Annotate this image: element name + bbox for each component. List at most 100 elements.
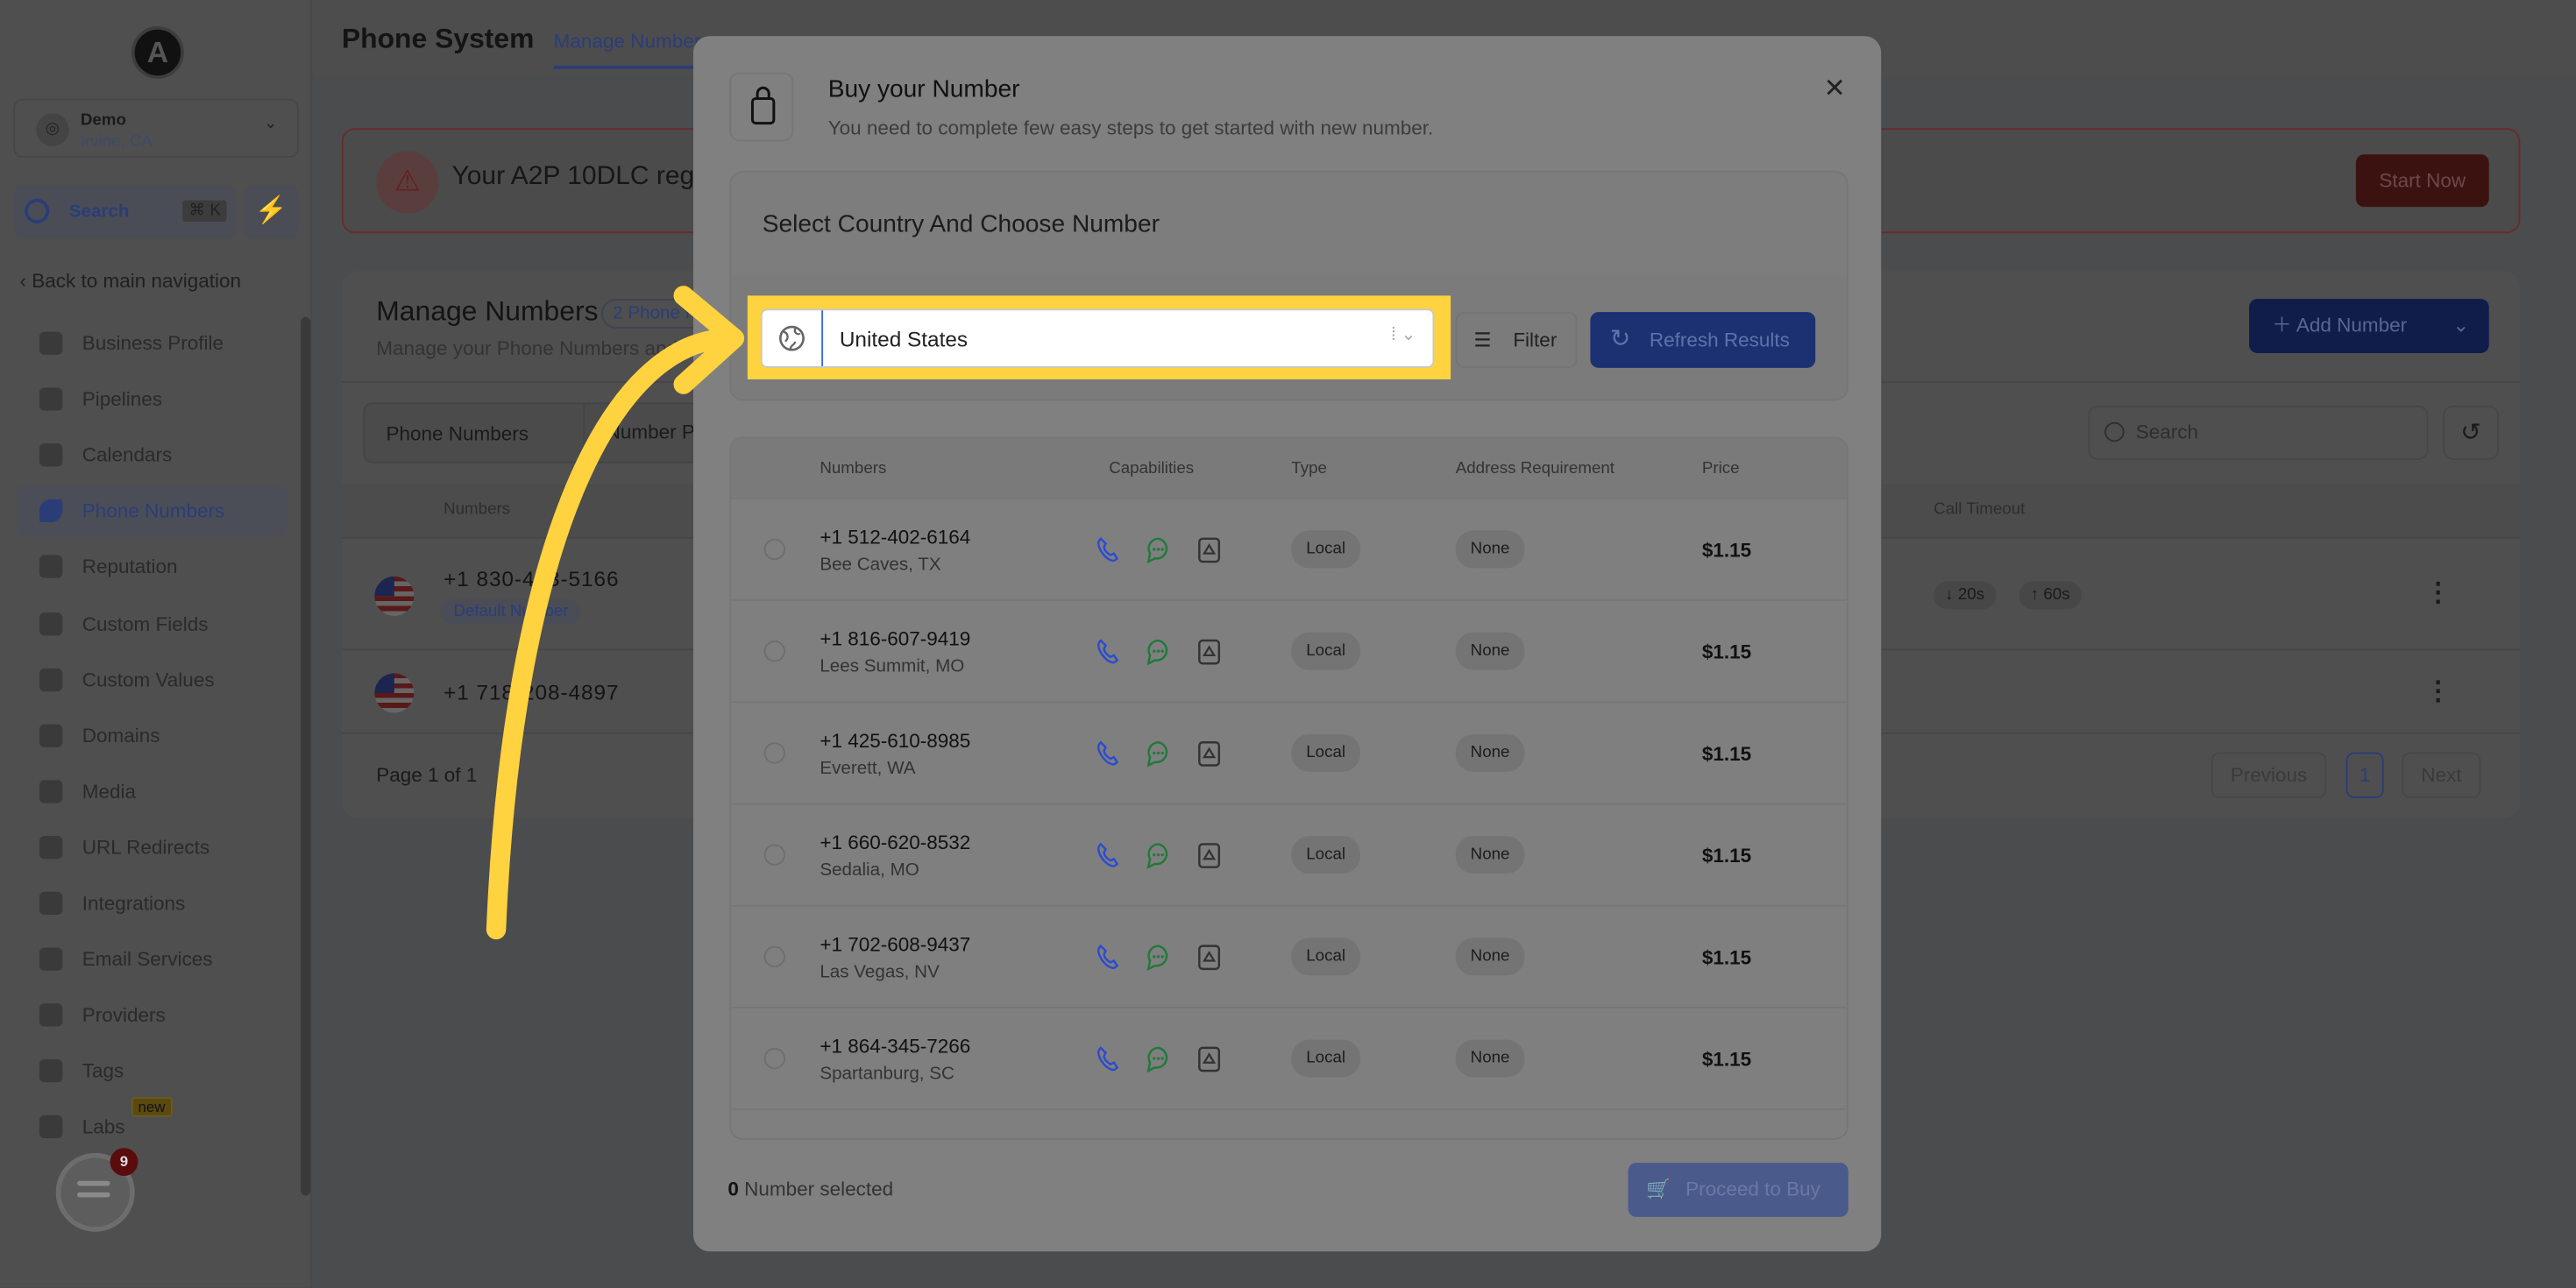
proceed-label: Proceed to Buy: [1685, 1177, 1820, 1201]
page-1-button[interactable]: 1: [2345, 752, 2384, 798]
sidebar: A ◎ Demo Irvine, CA ⌄ Search ⌘ K ⚡ ‹ Bac…: [0, 0, 313, 1288]
more-options-icon[interactable]: ⋮: [2425, 577, 2452, 609]
sidebar-item-label: Phone Numbers: [82, 499, 225, 523]
filter-icon: ☰: [1473, 328, 1492, 352]
mms-icon: [1197, 945, 1221, 971]
tab-manage-numbers[interactable]: Manage Numbers: [553, 30, 711, 69]
address-requirement-badge: None: [1455, 836, 1525, 874]
start-now-button[interactable]: Start Now: [2355, 154, 2489, 208]
star-icon: [39, 556, 63, 579]
mms-icon: [1197, 843, 1221, 869]
sidebar-search[interactable]: Search ⌘ K: [12, 185, 237, 238]
table-header: Numbers Capabilities Type Address Requir…: [731, 438, 1847, 499]
sms-icon: [1146, 537, 1169, 564]
shopping-bag-icon: [729, 72, 794, 142]
table-row[interactable]: +1 512-402-6164 Bee Caves, TX Local None $1.…: [731, 499, 1847, 602]
shortcut-hint: ⌘ K: [182, 200, 228, 223]
globe-icon: [763, 310, 824, 366]
select-radio[interactable]: [763, 945, 785, 968]
account-switcher[interactable]: ◎ Demo Irvine, CA ⌄: [12, 98, 300, 158]
more-options-icon[interactable]: ⋮: [2425, 675, 2452, 707]
column-address-requirement: Address Requirement: [1455, 459, 1615, 478]
proceed-to-buy-button[interactable]: 🛒 Proceed to Buy: [1628, 1163, 1849, 1217]
number-location: Everett, WA: [820, 758, 916, 779]
search-icon: [25, 198, 50, 223]
sidebar-item-custom-fields[interactable]: Custom Fields: [17, 597, 287, 649]
select-radio[interactable]: [763, 640, 785, 662]
funnel-icon: [39, 387, 63, 411]
address-requirement-badge: None: [1455, 1039, 1525, 1078]
phone-number: +1 512-402-6164: [820, 525, 971, 549]
table-row[interactable]: +1 864-345-7266 Spartanburg, SC Local None $…: [731, 1008, 1847, 1111]
table-row[interactable]: +1 702-608-9437 Las Vegas, NV Local None $1.…: [731, 907, 1847, 1008]
price: $1.15: [1701, 640, 1752, 664]
select-radio[interactable]: [763, 844, 785, 866]
next-page-button[interactable]: Next: [2402, 752, 2481, 798]
sidebar-item-tags[interactable]: Tags: [17, 1045, 287, 1098]
type-badge: Local: [1291, 733, 1361, 772]
table-row[interactable]: +1 425-610-8985 Everett, WA Local None $1.15: [731, 703, 1847, 805]
briefcase-icon: [39, 331, 63, 355]
sidebar-item-media[interactable]: Media: [17, 765, 287, 817]
filter-button[interactable]: ☰ Filter: [1455, 312, 1578, 368]
mms-icon: [1197, 1046, 1221, 1072]
sidebar-item-domains[interactable]: Domains: [17, 709, 287, 761]
tab-phone-numbers[interactable]: Phone Numbers: [386, 422, 529, 445]
diamond-icon: [39, 668, 63, 691]
sidebar-item-label: Media: [82, 779, 136, 803]
table-row[interactable]: +1 816-607-9419 Lees Summit, MO Local None $…: [731, 601, 1847, 704]
back-to-main-nav[interactable]: ‹ Back to main navigation: [19, 269, 241, 292]
table-row[interactable]: +1 660-620-8532 Sedalia, MO Local None $1.15: [731, 804, 1847, 907]
sidebar-item-custom-values[interactable]: Custom Values: [17, 653, 287, 705]
refresh-results-button[interactable]: ↻ Refresh Results: [1590, 312, 1816, 368]
chat-widget-button[interactable]: 9: [55, 1148, 138, 1232]
mail-icon: [39, 947, 63, 971]
sidebar-item-url-redirects[interactable]: URL Redirects: [17, 821, 287, 874]
page-title: Phone System: [341, 23, 535, 54]
sidebar-item-label: Calendars: [82, 443, 173, 467]
select-radio[interactable]: [763, 742, 785, 764]
sidebar-item-providers[interactable]: Providers: [17, 989, 287, 1042]
tab-number-pools[interactable]: Number Po: [583, 404, 706, 462]
sidebar-item-calendars[interactable]: Calendars: [17, 429, 287, 482]
clipboard-check-icon: [39, 1003, 63, 1027]
sidebar-item-label: Business Profile: [82, 331, 224, 355]
refresh-button[interactable]: ↺: [2443, 405, 2499, 460]
sidebar-item-label: Custom Fields: [82, 612, 209, 635]
sidebar-item-phone-numbers[interactable]: Phone Numbers: [16, 485, 288, 538]
sidebar-item-label: Tags: [82, 1059, 124, 1083]
sidebar-item-business-profile[interactable]: Business Profile: [17, 317, 287, 370]
sidebar-item-email-services[interactable]: Email Services: [17, 933, 287, 986]
quick-actions-button[interactable]: ⚡: [243, 185, 300, 238]
search-placeholder: Search: [2135, 420, 2199, 444]
address-requirement-badge: None: [1455, 938, 1525, 976]
sms-icon: [1146, 945, 1169, 972]
phone-number: +1 816-607-9419: [820, 627, 971, 651]
inbound-timeout-badge: ↓ 20s: [1934, 581, 1997, 610]
number-location: Lees Summit, MO: [820, 656, 965, 677]
select-radio[interactable]: [763, 1047, 785, 1070]
account-name: Demo: [80, 111, 126, 131]
sidebar-item-integrations[interactable]: Integrations: [17, 877, 287, 930]
mms-icon: [1197, 537, 1221, 563]
back-label: Back to main navigation: [32, 269, 242, 293]
highlight-box: United States ⁞ ⌄: [747, 295, 1451, 379]
close-icon[interactable]: ✕: [1824, 72, 1846, 104]
sidebar-item-label: Custom Values: [82, 668, 215, 691]
add-number-button[interactable]: ＋ Add Number ⌄: [2249, 299, 2489, 353]
number-tabs: Phone Numbers Number Po: [363, 402, 725, 464]
sidebar-item-reputation[interactable]: Reputation: [17, 541, 287, 593]
warning-icon: ⚠: [376, 151, 439, 214]
numbers-search-input[interactable]: Search: [2088, 405, 2429, 460]
voice-icon: [1096, 537, 1119, 563]
phone-number: +1 864-345-7266: [820, 1034, 971, 1058]
country-select[interactable]: United States ⁞ ⌄: [760, 308, 1435, 368]
sidebar-item-pipelines[interactable]: Pipelines: [17, 373, 287, 426]
sidebar-scrollbar[interactable]: [301, 316, 311, 1196]
select-radio[interactable]: [763, 538, 785, 561]
previous-page-button[interactable]: Previous: [2211, 752, 2327, 798]
type-badge: Local: [1291, 632, 1361, 670]
sidebar-item-labs[interactable]: Labs new: [17, 1097, 287, 1154]
chevron-down-icon: ⌄: [264, 115, 278, 133]
voice-icon: [1096, 740, 1119, 767]
